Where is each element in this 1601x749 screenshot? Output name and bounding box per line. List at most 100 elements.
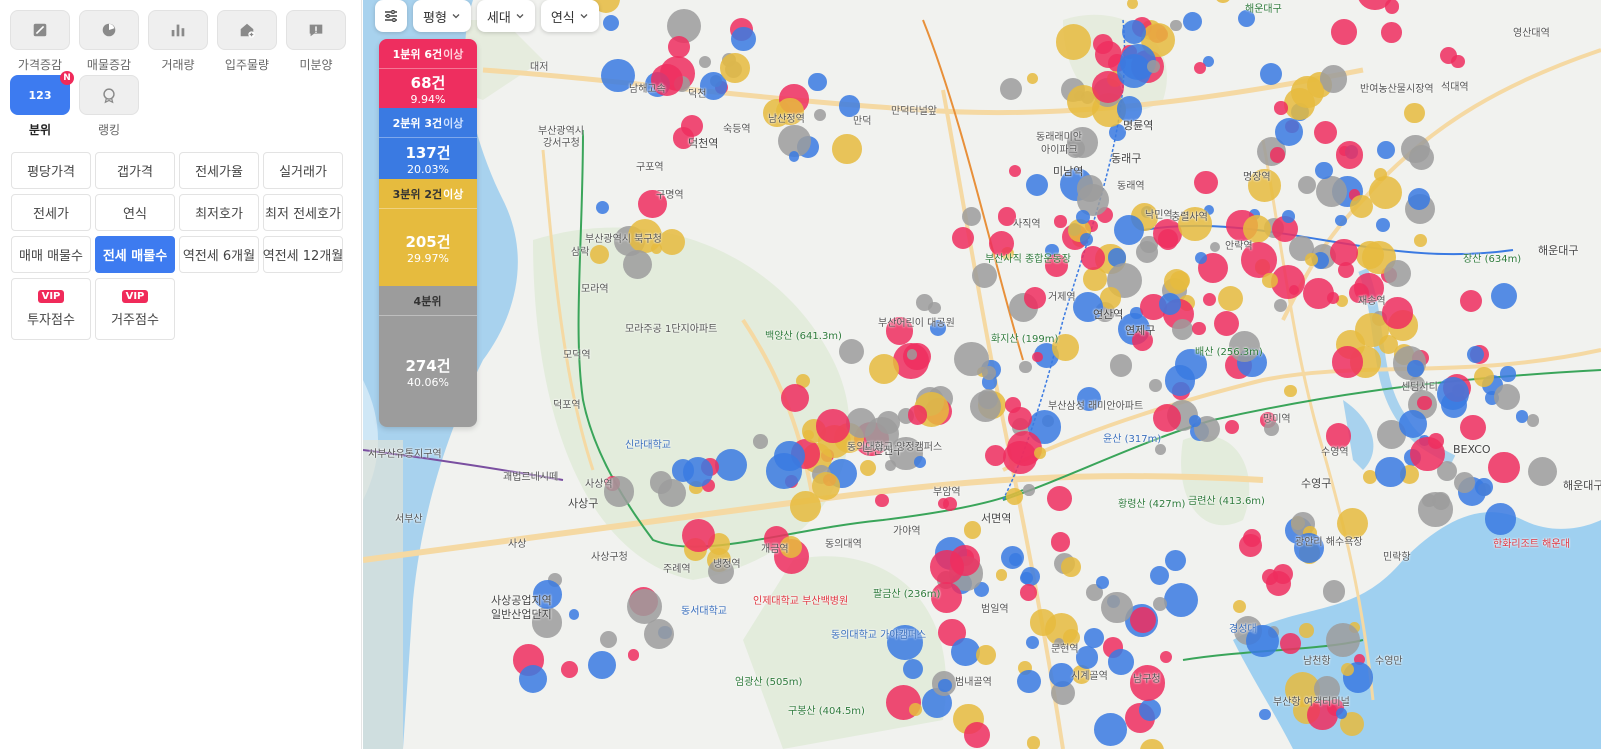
listing-bubble[interactable] — [1401, 134, 1430, 163]
map-view[interactable]: 대저 덕천 남해고속 숙등역 남산정역 만덕 만덕터널앞 동래래미안 아이파크 … — [363, 0, 1601, 749]
listing-bubble[interactable] — [1183, 11, 1203, 31]
listing-bubble[interactable] — [1459, 289, 1482, 312]
listing-bubble[interactable] — [1329, 238, 1358, 267]
listing-bubble[interactable] — [1075, 645, 1099, 669]
listing-bubble[interactable] — [590, 244, 610, 264]
listing-bubble[interactable] — [595, 201, 609, 215]
listing-bubble[interactable] — [1331, 19, 1357, 45]
option-sale-listings[interactable]: 매매 매물수 — [11, 236, 91, 273]
listing-bubble[interactable] — [803, 429, 814, 440]
listing-bubble[interactable] — [1075, 210, 1090, 225]
listing-bubble[interactable] — [1108, 649, 1134, 675]
listing-bubble[interactable] — [952, 226, 974, 249]
listing-bubble[interactable] — [1274, 101, 1288, 115]
listing-bubble[interactable] — [1029, 609, 1057, 636]
listing-bubble[interactable] — [1282, 210, 1295, 223]
listing-bubble[interactable] — [1515, 410, 1529, 423]
listing-bubble[interactable] — [1437, 377, 1470, 410]
listing-bubble[interactable] — [1027, 736, 1041, 749]
listing-bubble[interactable] — [518, 665, 547, 694]
filter-households-dropdown[interactable]: 세대 — [476, 0, 535, 32]
listing-bubble[interactable] — [1023, 484, 1035, 496]
listing-bubble[interactable] — [1154, 443, 1166, 455]
listing-bubble[interactable] — [1302, 277, 1335, 309]
listing-bubble[interactable] — [1526, 414, 1540, 427]
listing-bubble[interactable] — [789, 151, 800, 162]
listing-bubble[interactable] — [1217, 285, 1243, 311]
listing-bubble[interactable] — [780, 383, 809, 412]
listing-bubble[interactable] — [753, 434, 768, 449]
listing-bubble[interactable] — [1380, 21, 1402, 43]
listing-bubble[interactable] — [1019, 360, 1032, 374]
listing-bubble[interactable] — [938, 678, 952, 693]
listing-bubble[interactable] — [1475, 477, 1493, 496]
listing-bubble[interactable] — [1414, 234, 1427, 247]
listing-bubble[interactable] — [961, 206, 981, 226]
option-investment-score[interactable]: VIP 투자점수 — [11, 278, 91, 340]
listing-bubble[interactable] — [1335, 141, 1364, 169]
listing-bubble[interactable] — [811, 472, 840, 501]
listing-bubble[interactable] — [1005, 487, 1023, 505]
category-unsold[interactable]: 미분양 — [286, 10, 346, 73]
listing-bubble[interactable] — [832, 134, 862, 164]
listing-bubble[interactable] — [1094, 713, 1127, 746]
listing-bubble[interactable] — [1373, 167, 1388, 181]
category-listing-change[interactable]: 매물증감 — [79, 10, 139, 73]
listing-bubble[interactable] — [1383, 259, 1411, 288]
listing-bubble[interactable] — [808, 72, 827, 92]
listing-bubble[interactable] — [969, 391, 1001, 423]
listing-bubble[interactable] — [1164, 582, 1199, 617]
listing-bubble[interactable] — [1314, 161, 1333, 180]
filter-settings-button[interactable] — [375, 0, 407, 32]
listing-bubble[interactable] — [622, 250, 652, 280]
option-residence-score[interactable]: VIP 거주점수 — [95, 278, 175, 340]
listing-bubble[interactable] — [1313, 121, 1337, 145]
listing-bubble[interactable] — [1269, 147, 1286, 163]
listing-bubble[interactable] — [1164, 549, 1186, 571]
listing-bubble[interactable] — [1238, 533, 1262, 557]
option-jeonse-price[interactable]: 전세가 — [11, 194, 91, 231]
option-age[interactable]: 연식 — [95, 194, 175, 231]
category-ranking[interactable]: 랭킹 — [79, 75, 139, 138]
listing-bubble[interactable] — [1192, 321, 1206, 336]
option-jeonse-listings[interactable]: 전세 매물수 — [95, 236, 175, 273]
listing-bubble[interactable] — [1350, 194, 1373, 218]
category-quantile[interactable]: 123 N 분위 — [10, 71, 74, 138]
listing-bubble[interactable] — [731, 26, 756, 52]
listing-bubble[interactable] — [766, 453, 802, 490]
listing-bubble[interactable] — [602, 14, 619, 31]
listing-bubble[interactable] — [1061, 557, 1081, 577]
listing-bubble[interactable] — [1054, 215, 1067, 228]
listing-bubble[interactable] — [929, 549, 964, 584]
listing-bubble[interactable] — [1284, 384, 1297, 398]
listing-bubble[interactable] — [913, 456, 926, 468]
listing-bubble[interactable] — [1299, 623, 1314, 639]
listing-bubble[interactable] — [906, 348, 918, 360]
listing-bubble[interactable] — [1024, 287, 1046, 309]
listing-bubble[interactable] — [1080, 233, 1093, 246]
option-lowest-ask[interactable]: 최저호가 — [179, 194, 259, 231]
listing-bubble[interactable] — [1262, 568, 1279, 585]
option-reverse-jeonse-12m[interactable]: 역전세 12개월 — [263, 236, 343, 273]
listing-bubble[interactable] — [981, 366, 996, 380]
option-lowest-jeonse-ask[interactable]: 최저 전세호가 — [263, 194, 343, 231]
listing-bubble[interactable] — [963, 721, 990, 748]
listing-bubble[interactable] — [1484, 503, 1517, 535]
listing-bubble[interactable] — [1158, 292, 1181, 316]
listing-bubble[interactable] — [680, 114, 703, 138]
listing-bubble[interactable] — [916, 293, 934, 311]
listing-bubble[interactable] — [1500, 366, 1516, 382]
category-volume[interactable]: 거래량 — [148, 10, 208, 73]
listing-bubble[interactable] — [816, 409, 850, 443]
listing-bubble[interactable] — [908, 703, 922, 716]
listing-bubble[interactable] — [1305, 253, 1318, 266]
listing-bubble[interactable] — [868, 354, 899, 385]
listing-bubble[interactable] — [1325, 622, 1360, 657]
listing-bubble[interactable] — [1407, 187, 1431, 210]
listing-bubble[interactable] — [1473, 366, 1494, 387]
listing-bubble[interactable] — [1031, 351, 1043, 363]
listing-bubble[interactable] — [1170, 19, 1182, 32]
option-gap-price[interactable]: 갭가격 — [95, 152, 175, 189]
listing-bubble[interactable] — [1410, 437, 1445, 472]
listing-bubble[interactable] — [942, 497, 957, 512]
